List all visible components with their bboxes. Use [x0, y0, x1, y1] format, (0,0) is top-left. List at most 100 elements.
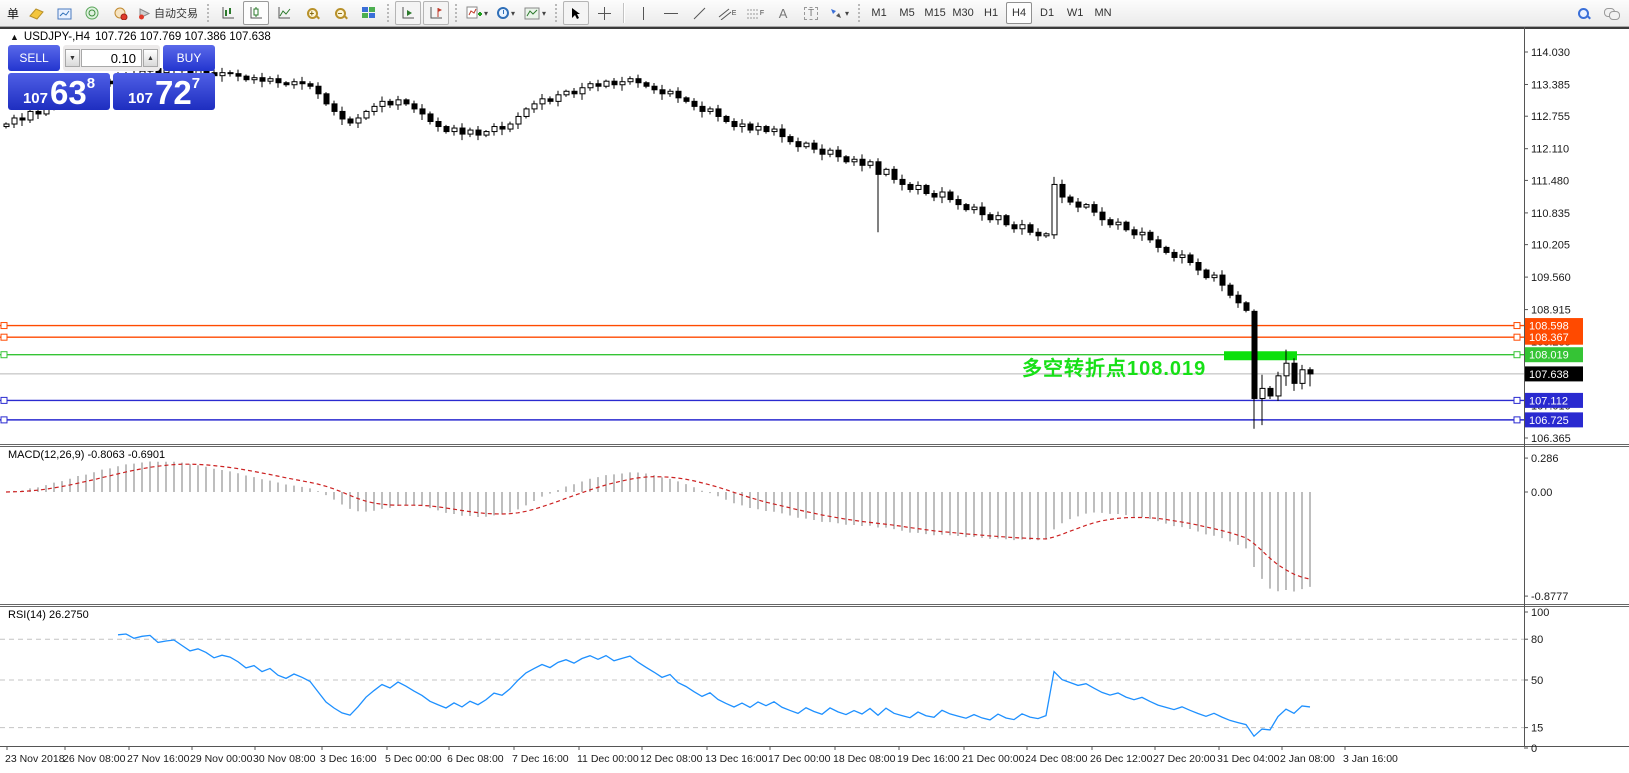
candle-body [1251, 310, 1258, 399]
fibonacci-button[interactable]: F [742, 1, 768, 25]
zoom-out-button[interactable]: − [327, 1, 353, 25]
time-axis-label: 2 Jan 08:00 [1280, 753, 1335, 765]
line-handle[interactable] [0, 322, 8, 330]
candle-body [843, 156, 850, 163]
price-axis-label: 112.755 [1531, 111, 1570, 123]
timeframe-w1[interactable]: W1 [1062, 2, 1088, 24]
candle-body [755, 126, 762, 131]
line-handle[interactable] [0, 416, 8, 424]
trendline-button[interactable] [686, 1, 712, 25]
line-handle[interactable] [1513, 396, 1521, 404]
line-handle[interactable] [1513, 351, 1521, 359]
timeframe-mn[interactable]: MN [1090, 2, 1116, 24]
candle-body [363, 110, 370, 119]
candle-body [1219, 274, 1226, 286]
chat-button[interactable] [1598, 1, 1624, 25]
buy-price-box[interactable]: 107 72 7 [113, 73, 215, 110]
crosshair-button[interactable] [591, 1, 617, 25]
timeframe-d1[interactable]: D1 [1034, 2, 1060, 24]
line-handle[interactable] [1513, 322, 1521, 330]
line-handle[interactable] [0, 351, 8, 359]
candle-body [419, 108, 426, 115]
line-chart-button[interactable] [271, 1, 297, 25]
autotrading-button[interactable]: 自动交易 [135, 1, 201, 25]
candle-body [691, 100, 698, 107]
toolbar-grip [455, 4, 458, 22]
new-order-label[interactable]: 单 [5, 5, 21, 22]
volume-decrease-button[interactable]: ▼ [65, 49, 80, 67]
arrows-tool-button[interactable]: ▾ [826, 1, 852, 25]
autotrading-icon [139, 7, 151, 19]
candle-body [851, 158, 858, 163]
cursor-button[interactable] [563, 1, 590, 25]
macd-axis-label: -0.8777 [1531, 591, 1568, 603]
candle-body [387, 100, 394, 106]
text-label-tool-button[interactable]: T [798, 1, 824, 25]
timeframe-m1[interactable]: M1 [866, 2, 892, 24]
candle-body [355, 117, 362, 124]
candle-body [507, 123, 514, 130]
search-button[interactable] [1570, 1, 1596, 25]
candle-body [1267, 387, 1274, 397]
candle-body [427, 113, 434, 122]
line-handle[interactable] [1513, 416, 1521, 424]
templates-button[interactable]: ▾ [521, 1, 549, 25]
arrows-icon [831, 8, 842, 18]
buy-button[interactable]: BUY [163, 45, 215, 71]
terminal-button[interactable] [107, 1, 133, 25]
market-watch-icon [57, 8, 72, 19]
sell-price-box[interactable]: 107 63 8 [8, 73, 110, 110]
candle-body [611, 80, 618, 86]
equidistant-channel-button[interactable]: E [714, 1, 740, 25]
candlestick-chart-button[interactable] [243, 1, 270, 25]
volume-input[interactable]: 0.10 [81, 49, 142, 67]
price-axis-label: 110.835 [1531, 208, 1570, 220]
symbol-collapse-triangle[interactable]: ▲ [10, 32, 19, 42]
candle-body [1027, 224, 1034, 233]
toolbar-grip [207, 4, 210, 22]
bar-chart-button[interactable] [215, 1, 241, 25]
timeframe-m15[interactable]: M15 [922, 2, 948, 24]
horizontal-line-button[interactable] [658, 1, 684, 25]
candle-body [595, 83, 602, 87]
candle-body [395, 99, 402, 106]
candle-body [1291, 362, 1298, 384]
vertical-line-button[interactable] [630, 1, 656, 25]
timeframe-m30[interactable]: M30 [950, 2, 976, 24]
indicators-button[interactable]: ▾ [463, 1, 491, 25]
navigator-button[interactable] [79, 1, 105, 25]
candle-body [235, 73, 242, 77]
candle-body [787, 136, 794, 143]
auto-scroll-icon [402, 7, 414, 19]
tile-windows-button[interactable] [355, 1, 381, 25]
candle-body [667, 90, 674, 95]
autotrading-label: 自动交易 [154, 8, 199, 20]
channel-tool-letter: E [731, 9, 737, 17]
tool-icon[interactable] [23, 1, 49, 25]
indicators-icon [466, 6, 483, 19]
candle-body [1115, 221, 1122, 226]
line-handle[interactable] [0, 396, 8, 404]
chart-text-annotation[interactable]: 多空转折点108.019 [1022, 352, 1206, 381]
sell-button[interactable]: SELL [8, 45, 60, 71]
line-handle[interactable] [1513, 333, 1521, 341]
time-axis-label: 11 Dec 00:00 [577, 753, 639, 765]
time-axis-label: 26 Nov 08:00 [63, 753, 126, 765]
candle-body [1043, 233, 1050, 237]
candle-body [579, 87, 586, 95]
timeframe-m5[interactable]: M5 [894, 2, 920, 24]
volume-increase-button[interactable]: ▲ [143, 49, 158, 67]
price-axis-label: 110.205 [1531, 240, 1570, 252]
candle-body [707, 108, 714, 112]
chart-shift-button[interactable] [423, 1, 450, 25]
periods-button[interactable]: ▾ [493, 1, 519, 25]
auto-scroll-button[interactable] [395, 1, 422, 25]
market-watch-button[interactable] [51, 1, 77, 25]
zoom-in-button[interactable]: + [299, 1, 325, 25]
line-handle[interactable] [0, 333, 8, 341]
chart-canvas: 114.030 113.385 112.755 112.110 111.480 110.8… [0, 27, 1629, 765]
timeframe-h1[interactable]: H1 [978, 2, 1004, 24]
text-tool-button[interactable]: A [770, 1, 796, 25]
chart-shift-icon [430, 7, 442, 19]
timeframe-h4[interactable]: H4 [1006, 2, 1033, 24]
